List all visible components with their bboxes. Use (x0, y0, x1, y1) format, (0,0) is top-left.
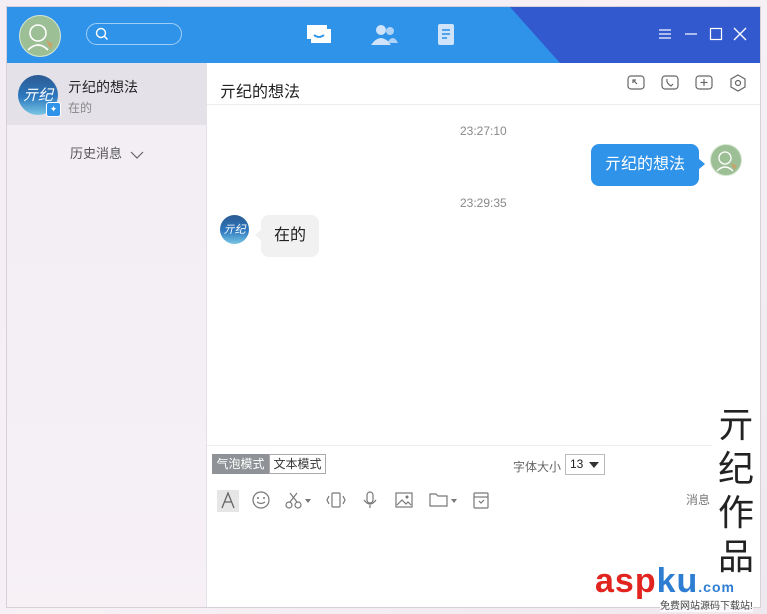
chat-window: 亓纪 ✦ 亓纪的想法 在的 历史消息 亓纪的想法 23:27:10 亓纪的想法 (7, 7, 760, 607)
my-avatar[interactable] (19, 15, 61, 57)
folder-icon[interactable] (428, 490, 458, 510)
avatar-figure-icon (716, 151, 737, 172)
image-icon[interactable] (394, 490, 414, 510)
screenshot-icon[interactable] (284, 490, 312, 510)
emoji-icon[interactable] (251, 490, 271, 510)
message-hint: 消息 (686, 493, 711, 507)
text-mode-tab[interactable]: 文本模式 (269, 454, 326, 474)
site-logo: aspku.com (595, 562, 735, 601)
chat-title: 亓纪的想法 (220, 84, 301, 101)
settings-icon[interactable] (729, 74, 747, 92)
message-timestamp: 23:27:10 (460, 124, 507, 138)
menu-icon[interactable] (658, 27, 672, 41)
verified-badge-icon: ✦ (46, 102, 61, 117)
close-icon[interactable] (733, 27, 747, 41)
logo-part-ku: ku (656, 562, 699, 600)
watermark-char: 纪 (717, 449, 754, 490)
chevron-down-icon (130, 151, 144, 159)
shake-icon[interactable] (326, 490, 346, 510)
font-size-value: 13 (570, 457, 584, 471)
logo-part-com: .com (698, 579, 735, 595)
font-icon[interactable] (217, 490, 239, 512)
search-input[interactable] (86, 23, 182, 45)
message-bubble-incoming[interactable]: 在的 (255, 215, 319, 257)
voice-icon[interactable] (360, 490, 380, 510)
maximize-icon[interactable] (709, 27, 723, 41)
remote-assist-icon[interactable] (627, 74, 645, 92)
dropdown-arrow-icon (589, 462, 599, 468)
conversation-sidebar: 亓纪 ✦ 亓纪的想法 在的 历史消息 (7, 63, 207, 607)
author-watermark: 亓 纪 作 品 (712, 404, 760, 580)
contact-avatar-small[interactable]: 亓纪 (220, 215, 249, 244)
conversation-item[interactable]: 亓纪 ✦ 亓纪的想法 在的 (7, 63, 206, 125)
titlebar (7, 7, 760, 63)
watermark-char: 亓 (717, 405, 754, 446)
call-icon[interactable] (661, 74, 679, 92)
avatar-figure-icon (27, 24, 53, 51)
message-timestamp: 23:29:35 (460, 196, 507, 210)
bubble-mode-tab[interactable]: 气泡模式 (212, 454, 269, 474)
contact-last-message: 在的 (68, 101, 93, 115)
add-member-icon[interactable] (695, 74, 713, 92)
header-divider (207, 104, 760, 105)
logo-part-asp: asp (595, 562, 657, 600)
contacts-icon[interactable] (369, 23, 399, 47)
chat-icon[interactable] (305, 23, 333, 47)
my-avatar-small[interactable] (710, 144, 742, 176)
history-icon[interactable] (471, 490, 491, 510)
font-size-label: 字体大小 (513, 460, 562, 474)
history-messages-link[interactable]: 历史消息 (70, 143, 144, 162)
site-subtitle: 免费网站源码下载站! (660, 597, 753, 612)
minimize-icon[interactable] (684, 27, 698, 41)
notes-icon[interactable] (435, 23, 459, 47)
history-label: 历史消息 (70, 146, 123, 161)
watermark-char: 作 (717, 493, 754, 534)
composer-divider (207, 445, 760, 446)
message-bubble-outgoing[interactable]: 亓纪的想法 (591, 144, 705, 186)
search-icon (95, 27, 108, 40)
font-size-select[interactable]: 13 (565, 454, 605, 475)
contact-name: 亓纪的想法 (68, 79, 138, 95)
